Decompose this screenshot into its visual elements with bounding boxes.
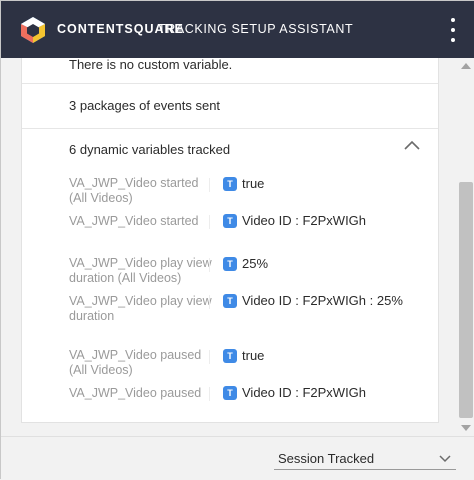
scrollbar-thumb[interactable] <box>459 182 473 418</box>
app-header: CONTENTSQUARE TRACKING SETUP ASSISTANT <box>1 1 474 58</box>
variable-name: VA_JWP_Video play view duration (All Vid… <box>69 256 212 285</box>
variable-name: VA_JWP_Video play view duration <box>69 294 212 323</box>
text-type-badge: T <box>223 349 237 363</box>
dynamic-variables-header[interactable]: 6 dynamic variables tracked <box>69 142 230 157</box>
tracking-mode-value: Session Tracked <box>278 451 375 466</box>
text-type-badge: T <box>223 177 237 191</box>
assistant-window: CONTENTSQUARE TRACKING SETUP ASSISTANT T… <box>0 0 474 480</box>
tracking-mode-select[interactable]: Session Tracked <box>274 446 456 470</box>
tracking-details-card: There is no custom variable. 3 packages … <box>21 58 439 423</box>
more-options-icon[interactable] <box>445 18 461 42</box>
tool-title: TRACKING SETUP ASSISTANT <box>158 22 354 36</box>
divider <box>22 128 438 129</box>
variable-value: Video ID : F2PxWIGh <box>242 213 367 228</box>
text-type-badge: T <box>223 214 237 228</box>
chevron-down-icon <box>439 455 451 463</box>
scroll-up-arrow-icon[interactable] <box>461 63 471 69</box>
collapse-chevron-up-icon[interactable] <box>402 138 422 152</box>
variable-name: VA_JWP_Video started (All Videos) <box>69 176 199 205</box>
variable-name: VA_JWP_Video started <box>69 214 199 228</box>
variable-value: 25% <box>242 256 269 271</box>
variable-name: VA_JWP_Video paused <box>69 386 202 400</box>
text-type-badge: T <box>223 257 237 271</box>
variable-value: true <box>242 176 265 191</box>
variable-value: true <box>242 348 265 363</box>
custom-variables-status: There is no custom variable. <box>69 58 233 72</box>
contentsquare-logo-icon <box>21 17 45 43</box>
scroll-down-arrow-icon[interactable] <box>461 425 471 431</box>
variable-value: Video ID : F2PxWIGh <box>242 385 367 400</box>
scroll-viewport[interactable]: There is no custom variable. 3 packages … <box>1 58 457 436</box>
divider <box>22 83 438 84</box>
variable-value: Video ID : F2PxWIGh : 25% <box>242 293 403 308</box>
packages-sent-status: 3 packages of events sent <box>69 98 221 113</box>
text-type-badge: T <box>223 294 237 308</box>
variable-name: VA_JWP_Video paused (All Videos) <box>69 348 202 377</box>
text-type-badge: T <box>223 386 237 400</box>
